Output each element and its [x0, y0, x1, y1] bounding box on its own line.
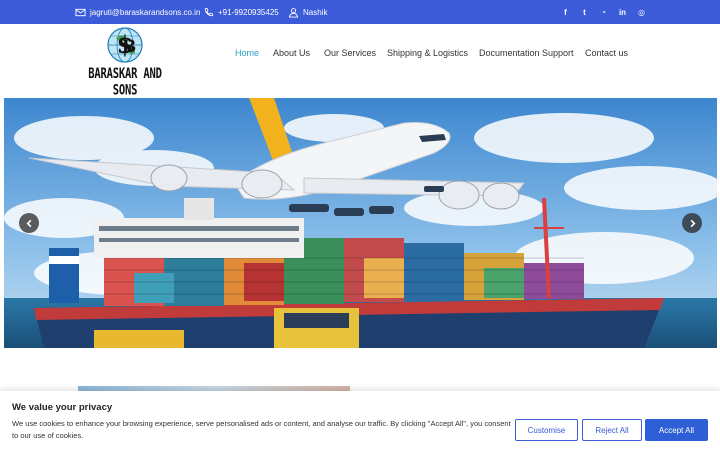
accept-all-button[interactable]: Accept All [645, 419, 708, 441]
phone-icon [204, 7, 214, 16]
hero-slider [4, 98, 717, 348]
globe-logo-icon: $ B [107, 27, 143, 63]
facebook-icon[interactable]: f [561, 8, 570, 17]
site-logo[interactable]: $ B BARASKAR AND SONS [77, 26, 173, 99]
nav-contact-us[interactable]: Contact us [585, 48, 628, 62]
instagram-icon[interactable]: ◎ [637, 8, 646, 17]
reject-all-button[interactable]: Reject All [582, 419, 642, 441]
twitter-icon[interactable]: t [580, 8, 589, 17]
nav-home[interactable]: Home [235, 48, 273, 62]
slider-next-button[interactable] [682, 213, 702, 233]
cookie-text: We use cookies to enhance your browsing … [12, 419, 511, 440]
mail-icon [75, 8, 86, 16]
logo-text: BARASKAR AND SONS [88, 66, 162, 99]
cookie-banner: We value your privacy We use cookies to … [0, 391, 720, 450]
nav-documentation-support[interactable]: Documentation Support [479, 48, 585, 62]
location-contact: Nashik [288, 0, 327, 24]
location-text: Nashik [303, 7, 328, 17]
main-nav: Home About Us Our Services Shipping & Lo… [235, 48, 628, 62]
phone-contact[interactable]: +91-9920935425 [203, 0, 279, 24]
linkedin-icon[interactable]: in [618, 8, 627, 17]
nav-our-services[interactable]: Our Services [324, 48, 387, 62]
chevron-right-icon [690, 219, 695, 227]
email-text: jagruti@baraskarandsons.co.in [90, 7, 201, 17]
email-contact[interactable]: jagruti@baraskarandsons.co.in [75, 0, 200, 24]
user-location-icon [288, 7, 299, 18]
cookie-title: We value your privacy [12, 402, 113, 413]
customise-button[interactable]: Customise [515, 419, 578, 441]
slider-prev-button[interactable] [19, 213, 39, 233]
site-header: $ B BARASKAR AND SONS Home About Us Our … [0, 24, 720, 98]
nav-about-us[interactable]: About Us [273, 48, 324, 62]
rss-icon[interactable]: ◔ [599, 8, 608, 17]
hero-image [4, 98, 717, 348]
top-bar: jagruti@baraskarandsons.co.in +91-992093… [0, 0, 720, 24]
social-links: f t ◔ in ◎ [561, 0, 646, 24]
chevron-left-icon [26, 219, 31, 227]
nav-shipping-logistics[interactable]: Shipping & Logistics [387, 48, 479, 62]
svg-text:B: B [122, 37, 136, 57]
phone-text: +91-9920935425 [218, 7, 279, 17]
